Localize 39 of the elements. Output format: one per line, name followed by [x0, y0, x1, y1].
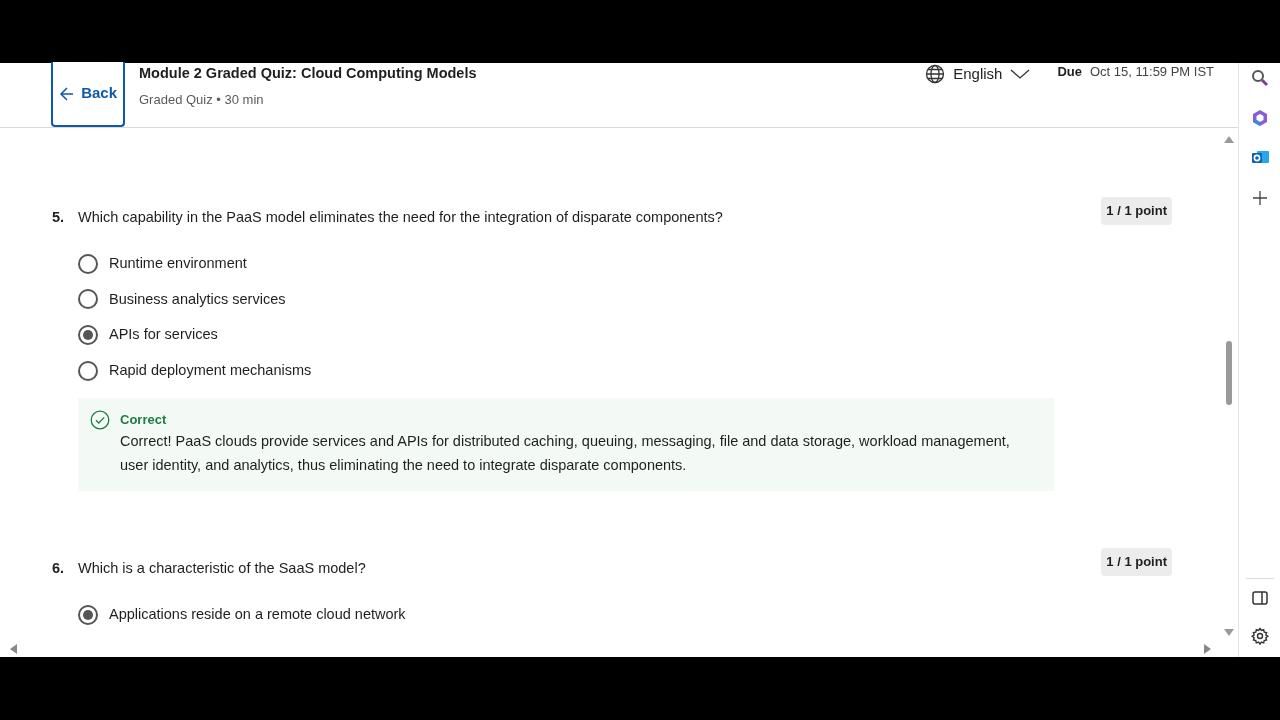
due-date: Oct 15, 11:59 PM IST — [1090, 63, 1216, 81]
option-label: Rapid deployment mechanisms — [109, 361, 312, 380]
scroll-left-icon[interactable] — [10, 643, 17, 654]
radio-button[interactable] — [78, 289, 98, 310]
feedback-label: Correct — [120, 410, 168, 429]
feedback-text: Correct! PaaS clouds provide services and APIs for distributed caching, queuing, messaging, file and data storage, workload management, user identity, and analytics, thus eliminating the need to integrate disparate components. — [120, 432, 1011, 476]
radio-button[interactable] — [78, 360, 98, 381]
quiz-title: Module 2 Graded Quiz: Cloud Computing Models — [139, 64, 477, 83]
option-label: Runtime environment — [109, 253, 247, 273]
question-number: 6. — [52, 559, 66, 579]
scrollbar-thumb[interactable] — [1226, 341, 1232, 405]
radio-button[interactable] — [78, 253, 98, 274]
settings-icon[interactable] — [1250, 627, 1269, 645]
plus-icon[interactable] — [1252, 191, 1267, 205]
question-text: Which is a characteristic of the SaaS model? — [78, 559, 367, 579]
question-number: 5. — [52, 208, 66, 227]
score-badge: 1 / 1 point — [1101, 548, 1172, 576]
scroll-right-icon[interactable] — [1204, 643, 1211, 654]
quiz-subtitle: Graded Quiz • 30 min — [139, 90, 265, 109]
side-panel-icon[interactable] — [1251, 591, 1268, 605]
option-label: Business analytics services — [109, 289, 286, 309]
globe-icon — [925, 64, 946, 85]
back-button[interactable]: Back — [51, 62, 125, 127]
scroll-down-icon[interactable] — [1224, 629, 1234, 636]
radio-button[interactable] — [78, 604, 98, 625]
radio-button[interactable] — [78, 325, 98, 346]
hexagon-app-icon[interactable] — [1250, 109, 1269, 127]
option-label: Applications reside on a remote cloud network — [109, 605, 406, 624]
search-icon[interactable] — [1250, 69, 1269, 87]
due-label: Due — [1057, 63, 1082, 81]
language-dropdown[interactable]: English — [924, 62, 1032, 87]
back-arrow-icon — [59, 86, 74, 101]
scroll-up-icon[interactable] — [1224, 136, 1234, 143]
chevron-down-icon — [1010, 69, 1031, 80]
check-circle-icon — [90, 409, 110, 430]
option-label: APIs for services — [109, 325, 218, 345]
score-badge: 1 / 1 point — [1101, 197, 1172, 225]
mail-app-icon[interactable] — [1250, 148, 1269, 166]
question-text: Which capability in the PaaS model eliminates the need for the integration of disparate components? — [78, 208, 724, 227]
